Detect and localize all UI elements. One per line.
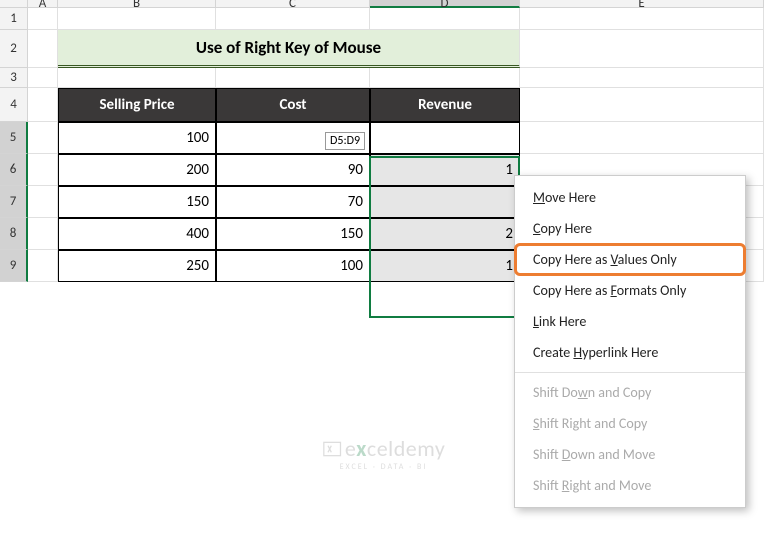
data-cell[interactable]: 100 — [216, 250, 370, 282]
range-tooltip: D5:D9 — [325, 132, 365, 150]
menu-copy-values-only[interactable]: Copy Here as Values Only — [515, 244, 745, 275]
menu-shift-down-copy: Shift Down and Copy — [515, 377, 745, 408]
col-header-d[interactable]: D — [370, 0, 520, 8]
menu-shift-right-copy: Shift Right and Copy — [515, 408, 745, 439]
watermark: exceldemy EXCEL · DATA · BI — [322, 435, 446, 472]
cell[interactable] — [520, 8, 764, 30]
header-revenue[interactable]: Revenue — [370, 88, 520, 122]
cell[interactable] — [28, 8, 58, 30]
menu-shift-right-move: Shift Right and Move — [515, 470, 745, 501]
row-header-3[interactable]: 3 — [0, 68, 28, 88]
cell[interactable] — [28, 250, 58, 282]
cell[interactable] — [216, 8, 370, 30]
row-header-4[interactable]: 4 — [0, 88, 28, 122]
menu-separator — [515, 372, 745, 373]
data-cell[interactable]: 100 — [58, 122, 216, 154]
data-cell[interactable] — [370, 186, 520, 218]
watermark-brand: exceldemy — [345, 435, 446, 462]
title-cell[interactable]: Use of Right Key of Mouse — [58, 30, 520, 68]
menu-copy-formats-only[interactable]: Copy Here as Formats Only — [515, 275, 745, 306]
data-cell[interactable]: 1 — [370, 250, 520, 282]
cell[interactable] — [216, 68, 370, 88]
cell[interactable] — [520, 122, 764, 154]
watermark-tagline: EXCEL · DATA · BI — [322, 462, 446, 472]
context-menu: Move Here Copy Here Copy Here as Values … — [514, 175, 746, 508]
excel-icon — [322, 439, 342, 459]
cell[interactable] — [28, 30, 58, 68]
cell[interactable] — [28, 68, 58, 88]
cell[interactable] — [28, 122, 58, 154]
menu-link-here[interactable]: Link Here — [515, 306, 745, 337]
header-cost[interactable]: Cost — [216, 88, 370, 122]
data-cell[interactable]: 150 — [216, 218, 370, 250]
data-cell[interactable]: 70 — [216, 186, 370, 218]
row-header-2[interactable]: 2 — [0, 30, 28, 68]
data-cell[interactable]: 150 — [58, 186, 216, 218]
cell[interactable] — [520, 30, 764, 68]
cell[interactable] — [28, 218, 58, 250]
row-header-7[interactable]: 7 — [0, 186, 28, 218]
cell[interactable] — [58, 8, 216, 30]
cell[interactable] — [58, 68, 216, 88]
cell[interactable] — [370, 68, 520, 88]
data-cell[interactable]: 400 — [58, 218, 216, 250]
menu-create-hyperlink[interactable]: Create Hyperlink Here — [515, 337, 745, 368]
menu-copy-here[interactable]: Copy Here — [515, 213, 745, 244]
row-header-9[interactable]: 9 — [0, 250, 28, 282]
col-header-e[interactable]: E — [520, 0, 764, 8]
cell[interactable] — [370, 8, 520, 30]
row-header-5[interactable]: 5 — [0, 122, 28, 154]
cell[interactable] — [28, 88, 58, 122]
cell[interactable] — [28, 186, 58, 218]
col-header-c[interactable]: C — [216, 0, 370, 8]
data-cell[interactable]: 90 — [216, 154, 370, 186]
cell[interactable] — [520, 88, 764, 122]
data-cell[interactable]: 2 — [370, 218, 520, 250]
col-header-b[interactable]: B — [58, 0, 216, 8]
data-cell[interactable]: 200 — [58, 154, 216, 186]
data-cell[interactable]: 250 — [58, 250, 216, 282]
col-header-a[interactable]: A — [28, 0, 58, 8]
row-header-6[interactable]: 6 — [0, 154, 28, 186]
cell[interactable] — [520, 68, 764, 88]
data-cell[interactable] — [370, 122, 520, 154]
row-header-1[interactable]: 1 — [0, 8, 28, 30]
menu-shift-down-move: Shift Down and Move — [515, 439, 745, 470]
cell[interactable] — [28, 154, 58, 186]
header-selling-price[interactable]: Selling Price — [58, 88, 216, 122]
menu-move-here[interactable]: Move Here — [515, 182, 745, 213]
select-all-corner[interactable] — [0, 0, 28, 8]
data-cell[interactable]: 1 — [370, 154, 520, 186]
row-header-8[interactable]: 8 — [0, 218, 28, 250]
